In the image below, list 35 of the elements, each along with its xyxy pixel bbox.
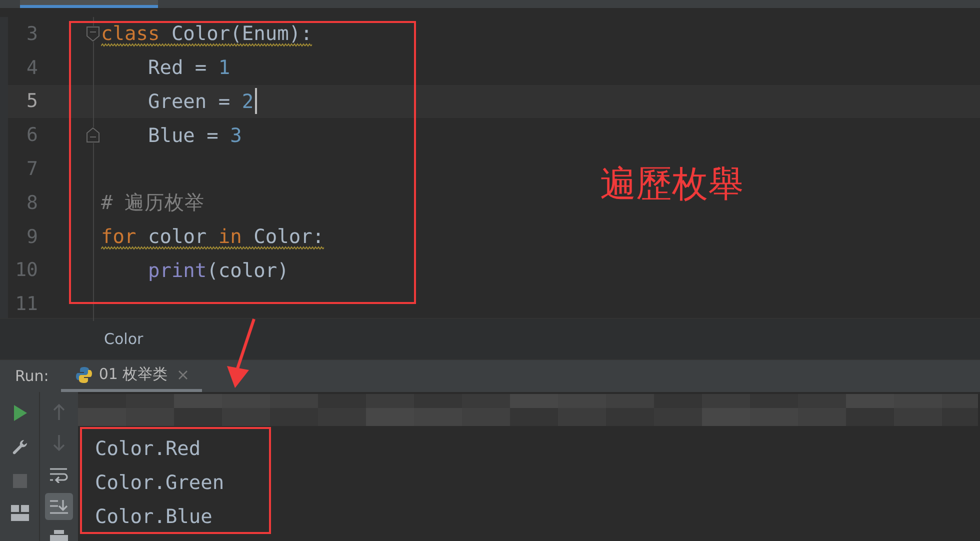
scroll-to-end-icon	[49, 498, 69, 515]
stop-icon[interactable]	[12, 474, 26, 488]
output-line: Color.Red	[95, 436, 202, 462]
down-arrow-icon	[52, 434, 66, 452]
file-tab[interactable]	[20, 0, 158, 8]
code-line: Blue = 3	[146, 124, 242, 147]
fold-icon[interactable]	[86, 26, 100, 42]
line-number: 6	[26, 124, 38, 146]
up-arrow-icon	[52, 402, 66, 421]
code-line: Red = 1	[146, 56, 230, 80]
annotation-label: 遍歷枚舉	[600, 163, 744, 207]
soft-wrap-icon	[49, 466, 69, 483]
line-number: 5	[26, 90, 38, 112]
python-icon	[74, 366, 93, 384]
line-number: 8	[26, 192, 38, 214]
run-icon[interactable]	[12, 404, 28, 422]
code-line: Green = 2	[101, 88, 257, 114]
breadcrumb[interactable]: Color	[104, 330, 144, 348]
line-number: 11	[14, 293, 38, 316]
line-number: 9	[26, 226, 38, 248]
line-number: 7	[26, 158, 38, 180]
layout-icon[interactable]	[10, 505, 28, 521]
line-number: 4	[26, 56, 38, 79]
output-line: Color.Green	[95, 470, 226, 496]
annotation-arrow	[224, 318, 258, 390]
close-icon[interactable]	[178, 370, 188, 380]
run-label: Run:	[15, 367, 49, 385]
fold-icon[interactable]	[86, 127, 100, 144]
code-line: print(color)	[146, 258, 289, 282]
wrench-icon[interactable]	[10, 439, 28, 457]
scroll-end-button[interactable]	[45, 492, 73, 520]
code-line: # 遍历枚举	[101, 190, 204, 216]
line-number: 10	[14, 259, 38, 282]
line-number: 3	[26, 22, 38, 45]
output-line: Color.Blue	[95, 504, 214, 530]
